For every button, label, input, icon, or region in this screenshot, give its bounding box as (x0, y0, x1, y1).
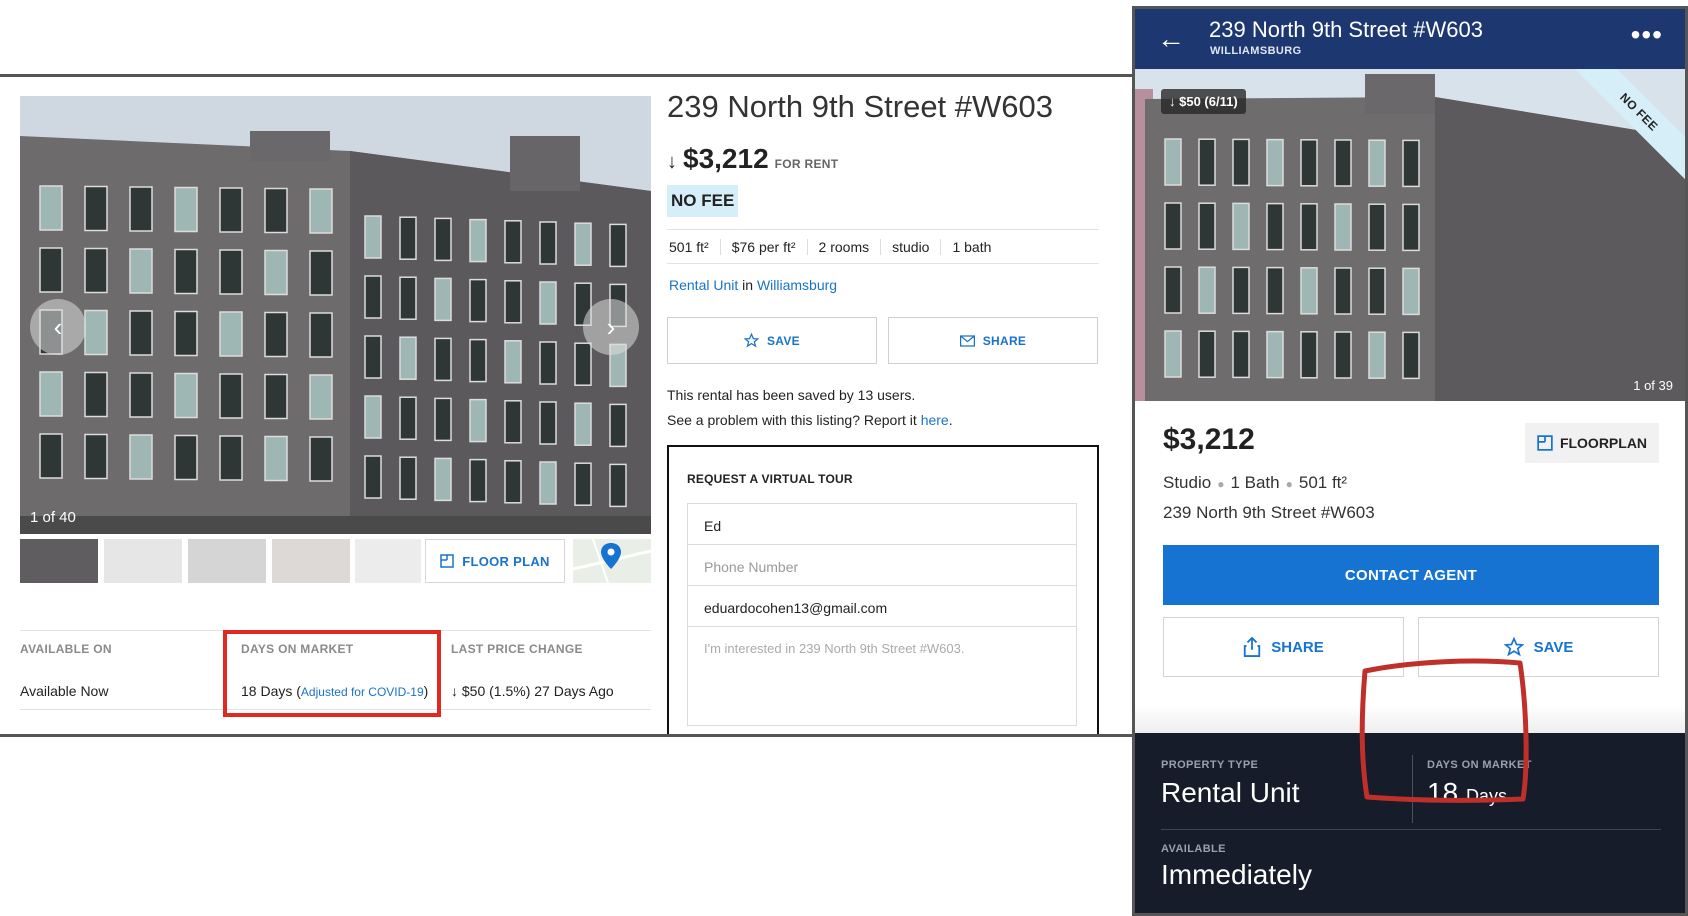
main-listing-photo[interactable]: ‹ › 1 of 40 (20, 96, 651, 534)
unit-location-line: Rental Unit in Williamsburg (669, 277, 837, 293)
thumbnail[interactable] (355, 539, 421, 583)
saved-count-text: This rental has been saved by 13 users. (667, 387, 916, 403)
fact-area: 501 ft² (669, 238, 709, 255)
listing-price: $3,212 (683, 143, 769, 174)
fact-type: Studio (1163, 473, 1212, 492)
virtual-tour-form: REQUEST A VIRTUAL TOUR Ed Phone Number e… (667, 445, 1099, 734)
report-problem-text: See a problem with this listing? Report … (667, 412, 953, 428)
tour-form-title: REQUEST A VIRTUAL TOUR (687, 472, 853, 486)
fact-baths: 1 Bath (1230, 473, 1280, 492)
last-price-change-stat: LAST PRICE CHANGE ↓ $50 (1.5%) 27 Days A… (451, 631, 651, 711)
fact-area: 501 ft² (1298, 473, 1348, 492)
more-options-icon[interactable]: ••• (1631, 19, 1663, 51)
building-photo (20, 96, 651, 534)
saved-note: This rental has been saved by 13 users. … (667, 383, 953, 433)
message-field[interactable]: I'm interested in 239 North 9th Street #… (687, 626, 1077, 726)
envelope-icon (959, 334, 975, 347)
in-text: in (742, 277, 754, 293)
email-field[interactable]: eduardocohen13@gmail.com (687, 585, 1077, 630)
available-on-stat: AVAILABLE ON Available Now (20, 631, 220, 711)
share-label: SHARE (982, 333, 1027, 348)
mobile-neighborhood: WILLIAMSBURG (1210, 45, 1302, 57)
mobile-listing-photo[interactable]: ↓ $50 (6/11) NO FEE 1 of 39 (1135, 69, 1685, 401)
save-label: SAVE (767, 333, 800, 348)
no-fee-badge: NO FEE (667, 185, 739, 217)
map-pin-icon (573, 539, 651, 583)
price-row: ↓ $3,212 FOR RENT (667, 143, 838, 175)
floorplan-icon (440, 554, 454, 568)
share-button[interactable]: SHARE (888, 317, 1098, 364)
floorplan-label: FLOORPLAN (1559, 435, 1648, 451)
name-field[interactable]: Ed (687, 503, 1077, 548)
back-arrow-icon[interactable]: ← (1157, 23, 1185, 55)
listing-title: 239 North 9th Street #W603 (667, 89, 1054, 124)
photo-counter: 1 of 40 (30, 509, 76, 526)
previous-photo-button[interactable]: ‹ (30, 299, 86, 355)
desktop-listing-panel: ‹ › 1 of 40 FLOOR PLAN AVAILABLE ON Avai… (0, 74, 1135, 737)
mobile-listing-panel: ← 239 North 9th Street #W603 WILLIAMSBUR… (1132, 6, 1688, 916)
rental-unit-link[interactable]: Rental Unit (669, 277, 738, 293)
mobile-title: 239 North 9th Street #W603 (1209, 17, 1483, 42)
fact-baths: 1 bath (940, 238, 1002, 255)
neighborhood-link[interactable]: Williamsburg (757, 277, 837, 293)
red-highlight-annotation (223, 630, 441, 717)
mobile-floorplan-button[interactable]: FLOORPLAN (1525, 423, 1659, 463)
thumbnail[interactable] (272, 539, 350, 583)
mobile-price: $3,212 (1163, 423, 1255, 456)
star-icon (744, 333, 759, 348)
thumbnail-strip: FLOOR PLAN (20, 539, 651, 583)
floorplan-icon (1537, 435, 1553, 451)
building-photo (1135, 69, 1685, 401)
floor-plan-label: FLOOR PLAN (462, 553, 550, 569)
report-here-link[interactable]: here (921, 412, 949, 428)
stat-label: AVAILABLE ON (20, 642, 112, 656)
thumbnail[interactable] (188, 539, 266, 583)
next-photo-button[interactable]: › (583, 299, 639, 355)
for-rent-label: FOR RENT (774, 157, 839, 171)
mobile-header: ← 239 North 9th Street #W603 WILLIAMSBUR… (1135, 9, 1685, 69)
fact-type: studio (880, 238, 940, 255)
save-button[interactable]: SAVE (667, 317, 877, 364)
chevron-right-icon: › (606, 311, 616, 342)
thumbnail[interactable] (104, 539, 182, 583)
red-hand-drawn-annotation (1359, 658, 1529, 803)
price-drop-badge: ↓ $50 (6/11) (1161, 89, 1246, 114)
map-thumbnail[interactable] (573, 539, 651, 583)
mobile-photo-counter: 1 of 39 (1633, 378, 1673, 393)
mobile-address: 239 North 9th Street #W603 (1163, 503, 1375, 522)
phone-field[interactable]: Phone Number (687, 544, 1077, 589)
chevron-left-icon: ‹ (53, 311, 63, 342)
stat-label: LAST PRICE CHANGE (451, 642, 583, 656)
listing-facts: 501 ft² $76 per ft² 2 rooms studio 1 bat… (667, 229, 1099, 264)
available-value: Immediately (1161, 859, 1312, 890)
thumbnail[interactable] (20, 539, 98, 583)
fact-price-per-ft: $76 per ft² (719, 238, 807, 255)
mobile-facts: Studio ● 1 Bath ● 501 ft² (1163, 473, 1347, 493)
contact-agent-button[interactable]: CONTACT AGENT (1163, 545, 1659, 605)
price-down-arrow-icon: ↓ (667, 151, 677, 173)
fact-rooms: 2 rooms (806, 238, 881, 255)
stat-value: ↓ $50 (1.5%) 27 Days Ago (451, 683, 614, 699)
separator-dot: ● (1285, 477, 1293, 491)
stat-value: Available Now (20, 683, 109, 699)
separator-dot: ● (1217, 477, 1225, 491)
floor-plan-button[interactable]: FLOOR PLAN (425, 539, 565, 583)
